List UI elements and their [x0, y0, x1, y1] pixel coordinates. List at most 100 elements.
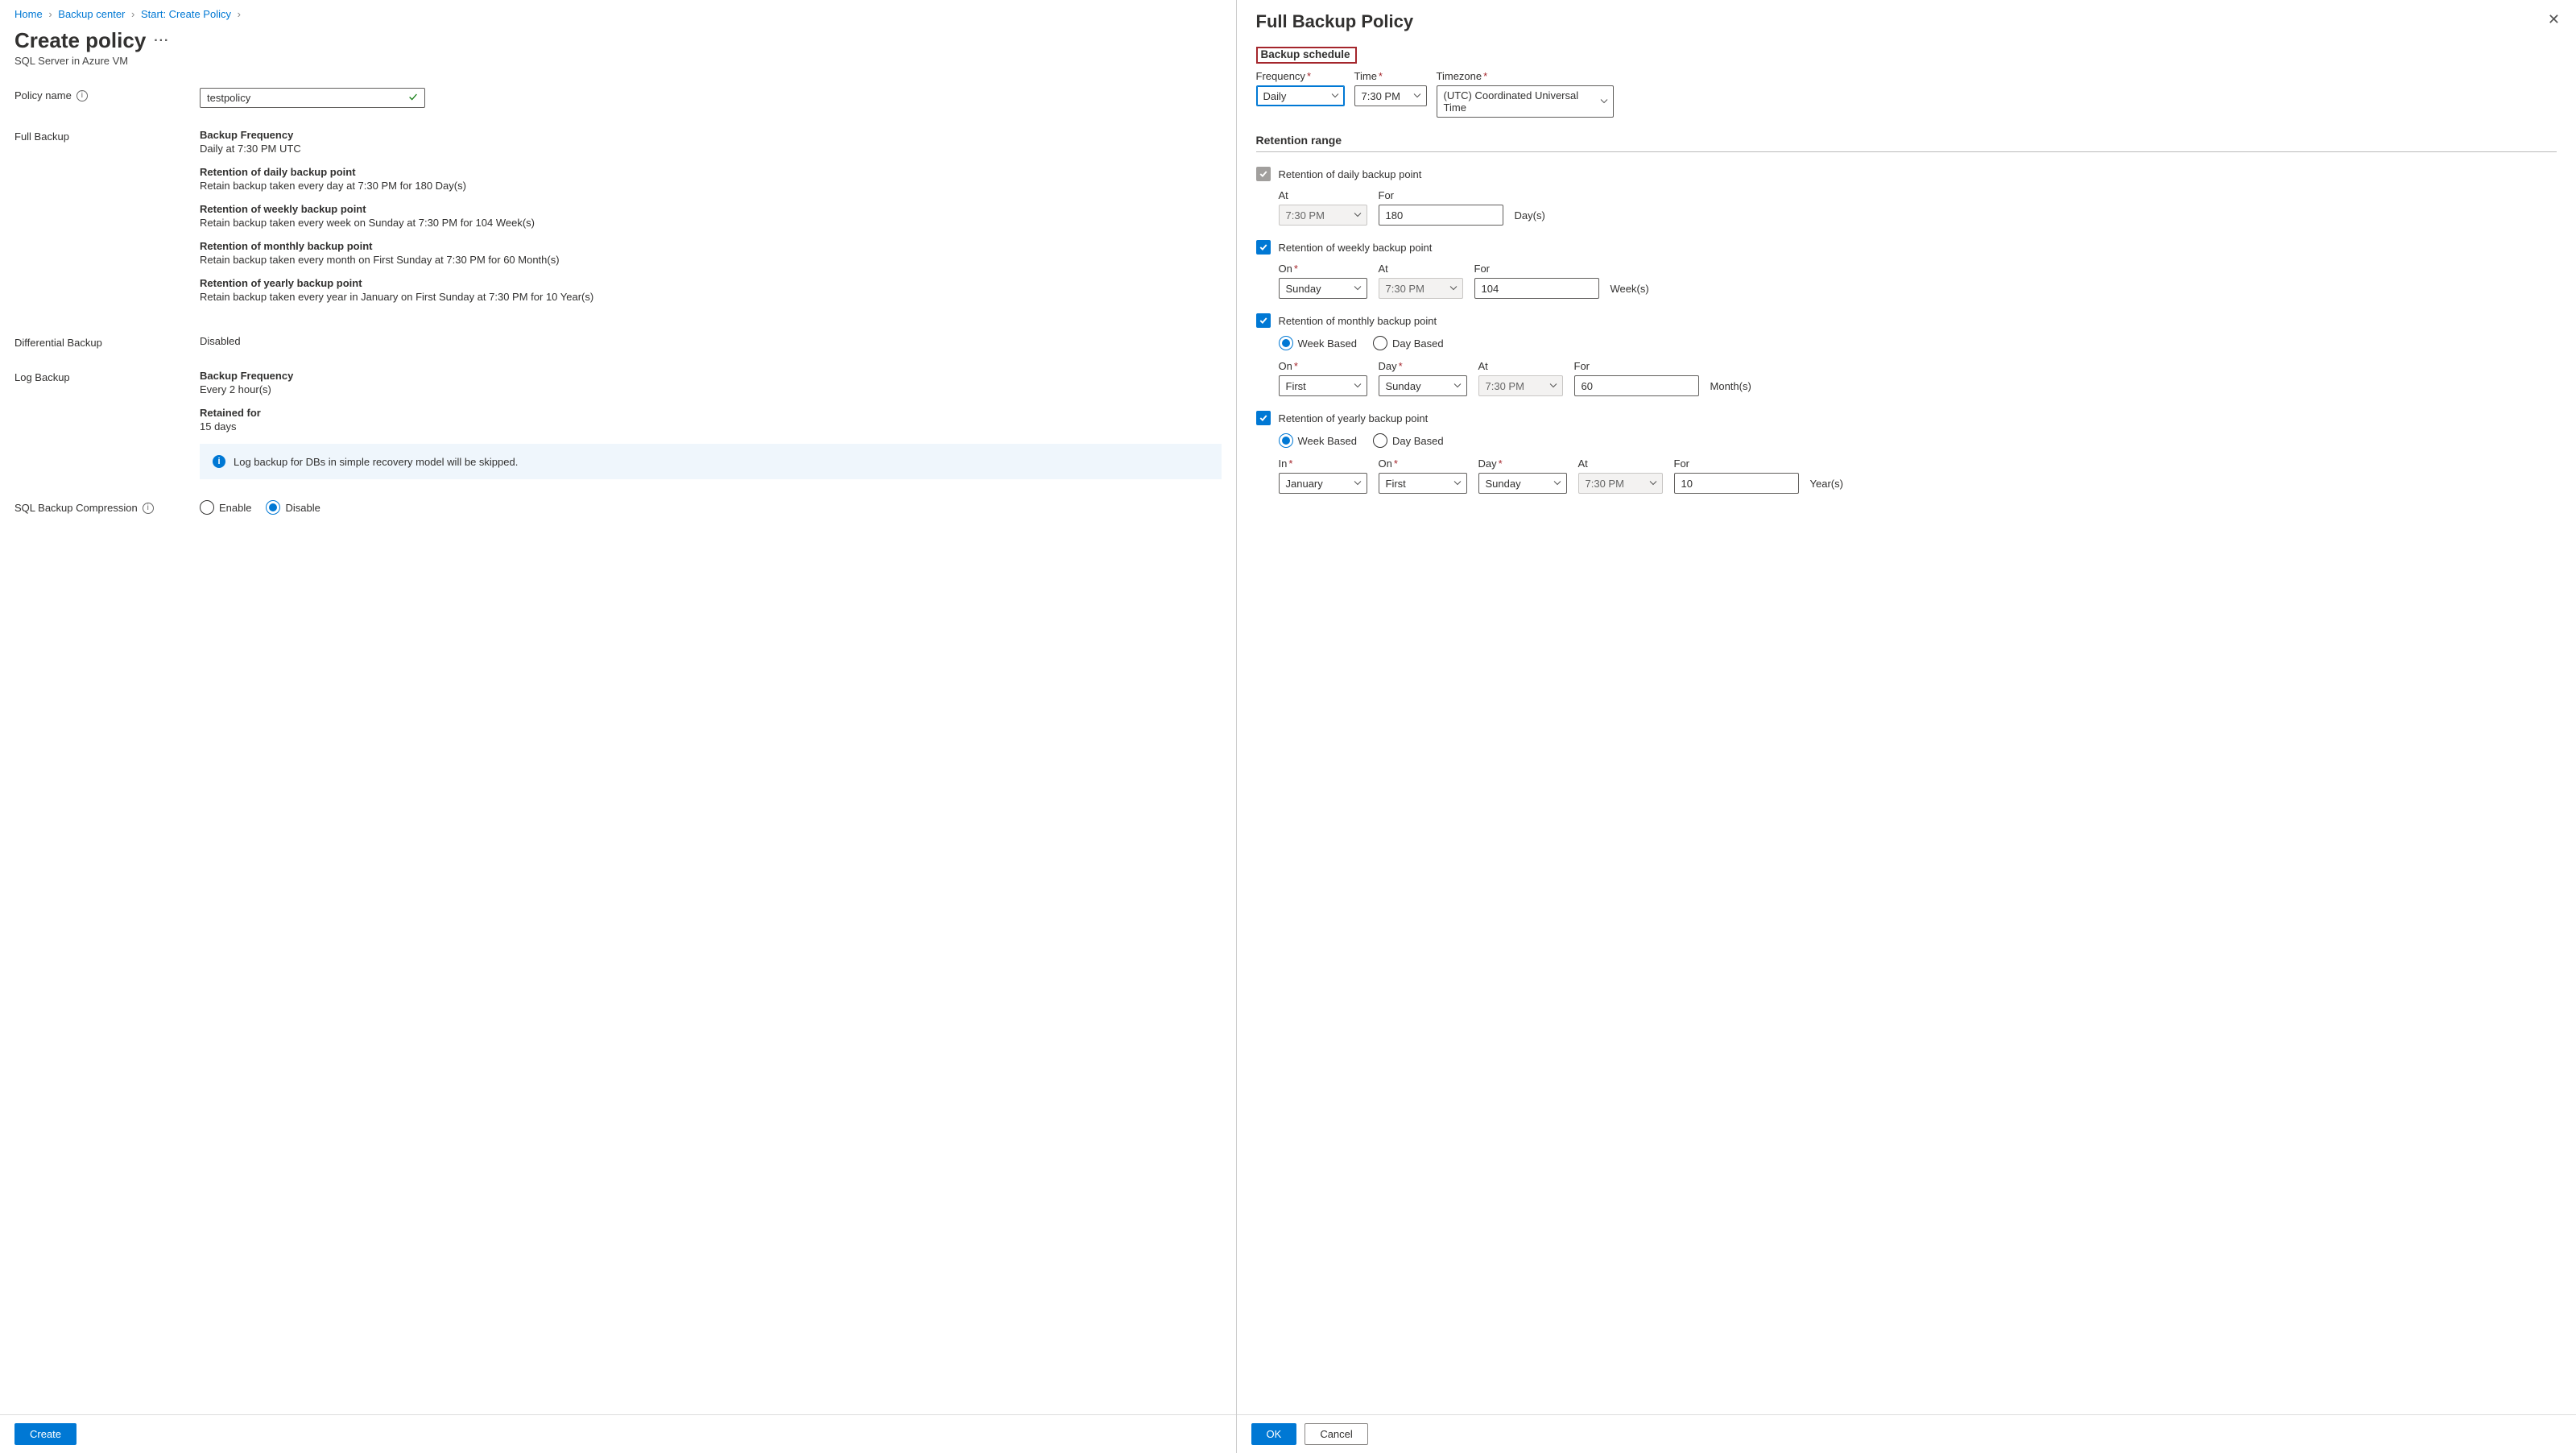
- weekly-for-label: For: [1474, 263, 1599, 275]
- weekly-retention-text: Retain backup taken every week on Sunday…: [200, 217, 1222, 229]
- log-backup-freq-heading: Backup Frequency: [200, 370, 1222, 382]
- monthly-day-based-radio[interactable]: Day Based: [1373, 336, 1444, 350]
- chevron-down-icon: [1449, 283, 1458, 295]
- full-backup-freq-text: Daily at 7:30 PM UTC: [200, 143, 1222, 155]
- monthly-day-select[interactable]: Sunday: [1379, 375, 1467, 396]
- yearly-week-based-radio[interactable]: Week Based: [1279, 433, 1357, 448]
- frequency-select[interactable]: Daily: [1256, 85, 1345, 106]
- weekly-retention-label: Retention of weekly backup point: [1279, 242, 1433, 254]
- monthly-on-select[interactable]: First: [1279, 375, 1367, 396]
- weekly-retention-checkbox[interactable]: [1256, 240, 1271, 255]
- yearly-day-select[interactable]: Sunday: [1478, 473, 1567, 494]
- monthly-on-label: On: [1279, 360, 1292, 372]
- yearly-retention-heading: Retention of yearly backup point: [200, 277, 1222, 289]
- chevron-down-icon: [1413, 90, 1421, 102]
- monthly-retention-label: Retention of monthly backup point: [1279, 315, 1437, 327]
- policy-name-input[interactable]: testpolicy: [200, 88, 425, 108]
- yearly-at-label: At: [1578, 457, 1663, 470]
- monthly-at-label: At: [1478, 360, 1563, 372]
- yearly-for-input[interactable]: 10: [1674, 473, 1799, 494]
- weekly-at-label: At: [1379, 263, 1463, 275]
- log-backup-info-box: i Log backup for DBs in simple recovery …: [200, 444, 1222, 479]
- daily-for-input[interactable]: 180: [1379, 205, 1503, 226]
- daily-retention-label: Retention of daily backup point: [1279, 168, 1422, 180]
- weekly-at-select: 7:30 PM: [1379, 278, 1463, 299]
- weekly-on-label: On: [1279, 263, 1292, 275]
- log-backup-info-text: Log backup for DBs in simple recovery mo…: [234, 456, 518, 468]
- daily-unit-label: Day(s): [1515, 209, 1545, 226]
- chevron-down-icon: [1549, 380, 1557, 392]
- daily-for-label: For: [1379, 189, 1503, 201]
- close-icon[interactable]: ✕: [2548, 11, 2560, 28]
- time-label: Time: [1354, 70, 1377, 82]
- monthly-week-based-radio[interactable]: Week Based: [1279, 336, 1357, 350]
- panel-title: Full Backup Policy: [1256, 11, 2557, 32]
- chevron-right-icon: ›: [238, 8, 241, 20]
- divider: [1256, 151, 2557, 152]
- weekly-unit-label: Week(s): [1611, 283, 1649, 299]
- chevron-down-icon: [1553, 478, 1561, 490]
- breadcrumb-home[interactable]: Home: [14, 8, 43, 20]
- create-button[interactable]: Create: [14, 1423, 76, 1445]
- checkmark-icon: [407, 91, 419, 105]
- yearly-on-select[interactable]: First: [1379, 473, 1467, 494]
- monthly-unit-label: Month(s): [1710, 380, 1751, 396]
- info-icon: i: [213, 455, 225, 468]
- log-backup-retained-heading: Retained for: [200, 407, 1222, 419]
- policy-name-label: Policy name: [14, 89, 72, 101]
- chevron-down-icon: [1354, 283, 1362, 295]
- full-backup-freq-heading: Backup Frequency: [200, 129, 1222, 141]
- yearly-day-based-radio[interactable]: Day Based: [1373, 433, 1444, 448]
- chevron-right-icon: ›: [48, 8, 52, 20]
- monthly-retention-text: Retain backup taken every month on First…: [200, 254, 1222, 266]
- yearly-retention-text: Retain backup taken every year in Januar…: [200, 291, 1222, 303]
- yearly-for-label: For: [1674, 457, 1799, 470]
- monthly-retention-checkbox[interactable]: [1256, 313, 1271, 328]
- monthly-for-label: For: [1574, 360, 1699, 372]
- chevron-down-icon: [1331, 90, 1339, 102]
- daily-retention-checkbox: [1256, 167, 1271, 181]
- timezone-label: Timezone: [1437, 70, 1482, 82]
- backup-schedule-heading: Backup schedule: [1256, 47, 1357, 64]
- compression-disable-radio[interactable]: Disable: [266, 500, 320, 515]
- chevron-right-icon: ›: [131, 8, 134, 20]
- weekly-retention-heading: Retention of weekly backup point: [200, 203, 1222, 215]
- yearly-in-select[interactable]: January: [1279, 473, 1367, 494]
- compression-label: SQL Backup Compression: [14, 502, 138, 514]
- yearly-on-label: On: [1379, 457, 1392, 470]
- full-backup-label: Full Backup: [14, 129, 200, 143]
- differential-backup-value: Disabled: [200, 335, 1222, 347]
- log-backup-retained-text: 15 days: [200, 420, 1222, 433]
- time-select[interactable]: 7:30 PM: [1354, 85, 1427, 106]
- yearly-unit-label: Year(s): [1810, 478, 1843, 494]
- chevron-down-icon: [1453, 380, 1462, 392]
- info-icon[interactable]: i: [76, 90, 88, 101]
- daily-retention-heading: Retention of daily backup point: [200, 166, 1222, 178]
- compression-enable-radio[interactable]: Enable: [200, 500, 251, 515]
- yearly-in-label: In: [1279, 457, 1288, 470]
- chevron-down-icon: [1649, 478, 1657, 490]
- cancel-button[interactable]: Cancel: [1305, 1423, 1367, 1445]
- daily-at-select: 7:30 PM: [1279, 205, 1367, 226]
- chevron-down-icon: [1354, 380, 1362, 392]
- monthly-for-input[interactable]: 60: [1574, 375, 1699, 396]
- chevron-down-icon: [1453, 478, 1462, 490]
- log-backup-label: Log Backup: [14, 370, 200, 383]
- ok-button[interactable]: OK: [1251, 1423, 1297, 1445]
- breadcrumb-start-create-policy[interactable]: Start: Create Policy: [141, 8, 231, 20]
- monthly-retention-heading: Retention of monthly backup point: [200, 240, 1222, 252]
- more-actions-button[interactable]: ···: [154, 34, 169, 48]
- breadcrumb-backup-center[interactable]: Backup center: [58, 8, 125, 20]
- frequency-label: Frequency: [1256, 70, 1305, 82]
- timezone-select[interactable]: (UTC) Coordinated Universal Time: [1437, 85, 1614, 118]
- weekly-on-select[interactable]: Sunday: [1279, 278, 1367, 299]
- yearly-retention-checkbox[interactable]: [1256, 411, 1271, 425]
- weekly-for-input[interactable]: 104: [1474, 278, 1599, 299]
- page-subtitle: SQL Server in Azure VM: [14, 55, 1222, 67]
- info-icon[interactable]: i: [143, 503, 154, 514]
- chevron-down-icon: [1354, 478, 1362, 490]
- yearly-retention-label: Retention of yearly backup point: [1279, 412, 1429, 424]
- chevron-down-icon: [1600, 96, 1608, 108]
- monthly-day-label: Day: [1379, 360, 1397, 372]
- monthly-at-select: 7:30 PM: [1478, 375, 1563, 396]
